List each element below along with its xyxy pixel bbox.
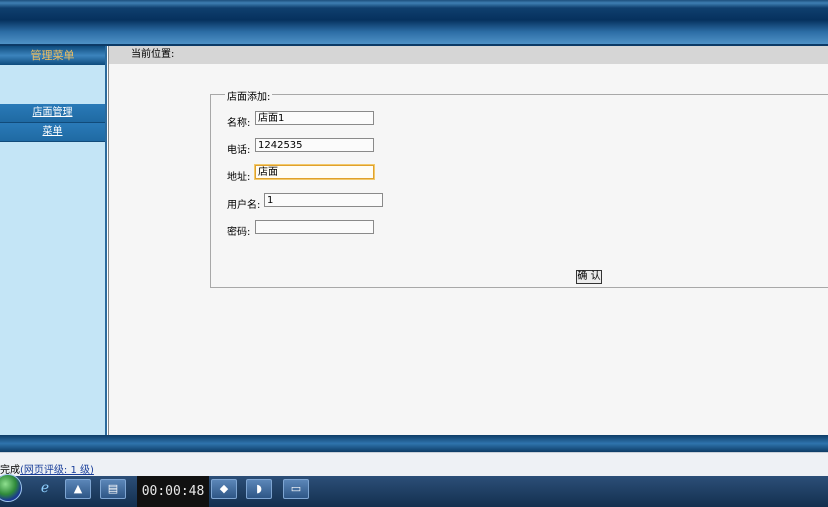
- address-label: 地址:: [227, 172, 251, 183]
- confirm-button[interactable]: 确 认: [576, 270, 602, 284]
- status-bar: 完成(网页评级: 1 级): [0, 452, 828, 477]
- sidebar-item-menu[interactable]: 菜单: [0, 123, 105, 142]
- page-rating-link[interactable]: (网页评级: 1 级): [20, 465, 94, 476]
- password-input[interactable]: [255, 220, 374, 234]
- username-input[interactable]: 1: [264, 193, 383, 207]
- address-input[interactable]: 店面: [255, 165, 374, 179]
- name-label: 名称:: [227, 118, 251, 129]
- phone-input[interactable]: 1242535: [255, 138, 374, 152]
- store-add-fieldset: 店面添加: 名称: 店面1 电话: 1242535 地址: 店面 用户名: 1 …: [210, 88, 828, 288]
- menu-header: 管理菜单: [0, 46, 105, 65]
- sidebar: 管理菜单 店面管理 菜单: [0, 46, 107, 435]
- taskbar: ℯ ▲ ▤ 00:00:48 ◆ ◗ ▭: [0, 474, 828, 507]
- ie-icon[interactable]: ℯ: [33, 479, 57, 497]
- window-icon[interactable]: ▭: [283, 479, 309, 499]
- phone-label: 电话:: [227, 145, 251, 156]
- username-label: 用户名:: [227, 200, 261, 211]
- app-icon[interactable]: ◆: [211, 479, 237, 499]
- recording-timer: 00:00:48: [137, 476, 209, 507]
- start-button[interactable]: [0, 474, 22, 502]
- app2-icon[interactable]: ◗: [246, 479, 272, 499]
- bottom-band: [0, 435, 828, 452]
- media-icon[interactable]: ▲: [65, 479, 91, 499]
- breadcrumb-label: 当前位置:: [131, 49, 175, 60]
- sidebar-item-store-management[interactable]: 店面管理: [0, 104, 105, 123]
- main-content: 当前位置: 店面添加: 名称: 店面1 电话: 1242535 地址: 店面 用…: [108, 46, 828, 435]
- explorer-icon[interactable]: ▤: [100, 479, 126, 499]
- fieldset-legend: 店面添加:: [225, 88, 273, 103]
- status-text: 完成(网页评级: 1 级): [0, 461, 94, 476]
- top-banner: [0, 0, 828, 44]
- name-input[interactable]: 店面1: [255, 111, 374, 125]
- password-label: 密码:: [227, 227, 251, 238]
- breadcrumb: 当前位置:: [109, 46, 828, 64]
